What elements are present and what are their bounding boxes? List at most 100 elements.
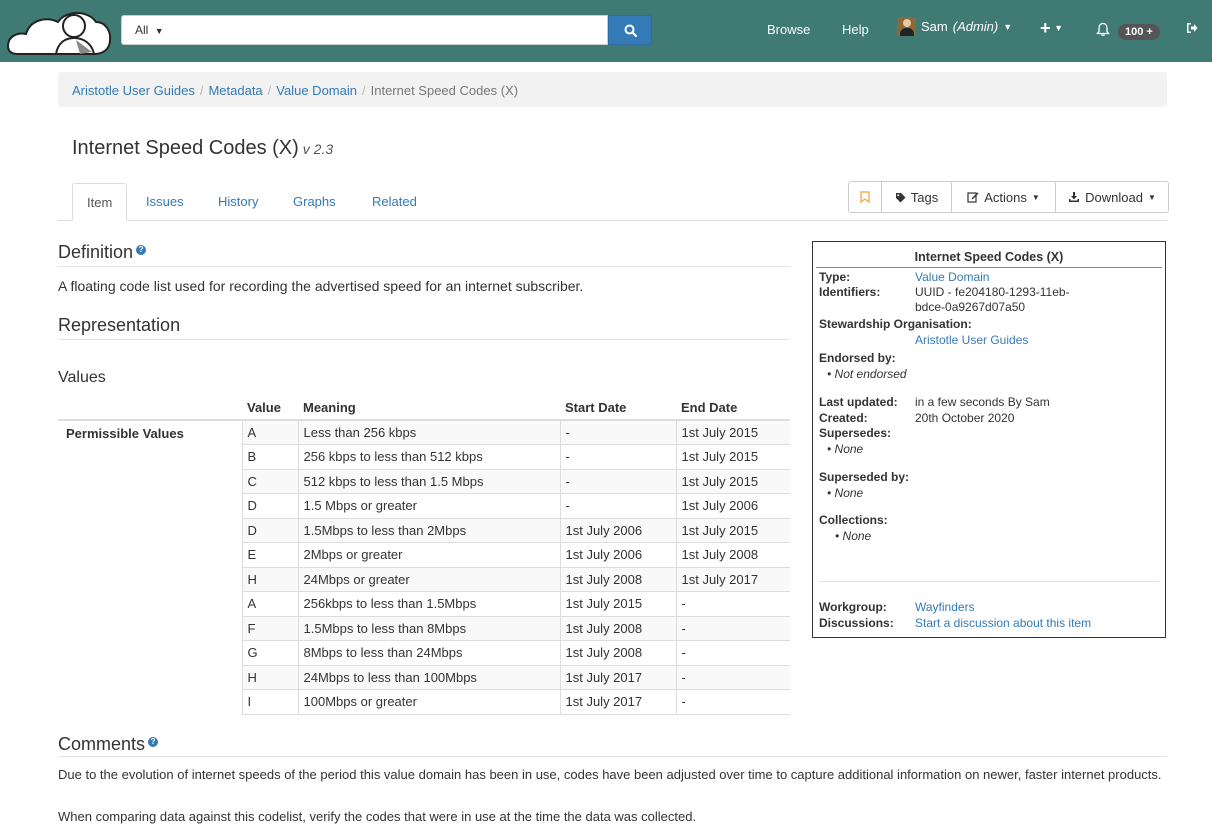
start-discussion-link[interactable]: Start a discussion about this item (915, 616, 1091, 630)
download-icon (1069, 192, 1080, 202)
cell-value: A (241, 419, 298, 445)
cell-start-date: 1st July 2008 (559, 566, 676, 592)
stewardship-label: Stewardship Organisation: (819, 317, 972, 331)
cell-end-date: 1st July 2006 (675, 493, 790, 518)
tab-graphs[interactable]: Graphs (293, 183, 336, 221)
table-header-row: Value Meaning Start Date End Date (58, 396, 790, 421)
logout-button[interactable] (1186, 22, 1198, 38)
caret-down-icon: ▼ (1031, 192, 1040, 202)
cell-meaning: 24Mbps or greater (297, 566, 560, 592)
cell-value: H (241, 664, 298, 690)
breadcrumb-separator: / (361, 83, 366, 98)
collections-value-text: None (842, 529, 872, 543)
permissible-values-label: Permissible Values (58, 419, 242, 714)
cell-meaning: 1.5Mbps to less than 2Mbps (297, 517, 560, 543)
cell-end-date: 1st July 2015 (675, 517, 790, 543)
cell-start-date: 1st July 2008 (559, 640, 676, 665)
tags-button[interactable]: Tags (881, 181, 952, 213)
workgroup-link[interactable]: Wayfinders (915, 600, 975, 614)
created-label: Created: (819, 411, 868, 425)
definition-text: A floating code list used for recording … (58, 278, 584, 294)
section-divider (58, 266, 790, 267)
definition-heading-text: Definition (58, 242, 134, 262)
breadcrumb-separator: / (267, 83, 272, 98)
search-scope-dropdown[interactable]: All ▼ (121, 15, 173, 45)
tab-issues[interactable]: Issues (146, 183, 184, 221)
nav-help-link[interactable]: Help (842, 22, 869, 38)
column-header-start-date: Start Date (560, 396, 676, 421)
notifications-menu[interactable] (1096, 22, 1110, 41)
cell-value: A (241, 591, 298, 616)
item-info-box: Internet Speed Codes (X) Type: Value Dom… (812, 241, 1166, 638)
cell-value: I (241, 689, 298, 715)
bookmark-button[interactable] (848, 181, 882, 213)
breadcrumb: Aristotle User Guides / Metadata / Value Dom… (58, 72, 1167, 107)
cell-start-date: 1st July 2015 (559, 591, 676, 616)
tab-history[interactable]: History (218, 183, 258, 221)
stewardship-org-link[interactable]: Aristotle User Guides (915, 333, 1028, 347)
tab-related[interactable]: Related (372, 183, 417, 221)
caret-down-icon: ▼ (1054, 23, 1064, 33)
cell-value: H (241, 566, 298, 592)
supersedes-label: Supersedes: (819, 426, 892, 440)
comments-heading: Comments? (58, 734, 159, 755)
cell-value: B (241, 444, 298, 469)
comments-heading-text: Comments (58, 734, 146, 754)
breadcrumb-item-value-domain[interactable]: Value Domain (276, 83, 357, 98)
user-menu[interactable]: Sam (Admin) ▼ (897, 17, 1012, 36)
cell-start-date: 1st July 2006 (559, 517, 676, 543)
supersedes-value: • None (827, 442, 864, 456)
plus-icon: + (1040, 18, 1051, 38)
bell-icon (1096, 22, 1110, 36)
comments-paragraph-2: When comparing data against this codelis… (58, 809, 697, 824)
cell-start-date: - (559, 444, 676, 469)
cell-end-date: 1st July 2008 (675, 542, 790, 567)
breadcrumb-item-aristotle-user-guides[interactable]: Aristotle User Guides (72, 83, 195, 98)
cell-value: E (241, 542, 298, 567)
cell-end-date: - (675, 640, 790, 665)
cell-meaning: 1.5Mbps to less than 8Mbps (297, 615, 560, 641)
endorsed-value: • Not endorsed (827, 367, 907, 381)
breadcrumb-item-metadata[interactable]: Metadata (208, 83, 262, 98)
page-title-text: Internet Speed Codes (X) (72, 137, 299, 159)
actions-button[interactable]: Actions ▼ (951, 181, 1056, 213)
cell-meaning: 512 kbps to less than 1.5 Mbps (297, 468, 560, 494)
column-header-end-date: End Date (676, 396, 790, 421)
cell-end-date: - (675, 591, 790, 616)
identifiers-value-line1: UUID - fe204180-1293-11eb- (915, 285, 1070, 299)
tab-item[interactable]: Item (72, 183, 128, 221)
caret-down-icon: ▼ (1003, 21, 1013, 32)
cell-value: F (241, 615, 298, 641)
download-button[interactable]: Download ▼ (1055, 181, 1169, 213)
info-box-title: Internet Speed Codes (X) (816, 250, 1162, 268)
aristotle-logo[interactable] (6, 6, 112, 58)
cell-start-date: 1st July 2006 (559, 542, 676, 567)
cell-end-date: - (675, 689, 790, 715)
create-menu[interactable]: + ▼ (1040, 19, 1063, 38)
search-button[interactable] (608, 15, 652, 45)
section-divider (58, 339, 790, 340)
cell-end-date: 1st July 2015 (675, 444, 790, 469)
type-value-link[interactable]: Value Domain (915, 270, 989, 284)
item-toolbar: Tags Actions ▼ Download ▼ (848, 181, 1169, 213)
cell-value: D (241, 517, 298, 543)
question-circle-icon[interactable]: ? (136, 245, 147, 255)
cell-end-date: 1st July 2015 (675, 419, 790, 445)
nav-browse-link[interactable]: Browse (767, 22, 810, 38)
superseded-by-value-text: None (834, 486, 864, 500)
definition-heading: Definition? (58, 242, 147, 263)
question-circle-icon[interactable]: ? (148, 737, 159, 747)
superseded-by-label: Superseded by: (819, 470, 910, 484)
download-label: Download (1085, 189, 1143, 205)
cell-start-date: - (559, 419, 676, 445)
endorsed-label: Endorsed by: (819, 351, 896, 365)
last-updated-label: Last updated: (819, 395, 898, 409)
column-header-meaning: Meaning (298, 396, 560, 421)
cell-meaning: 100Mbps or greater (297, 689, 560, 715)
notification-count-badge[interactable]: 100 + (1118, 24, 1160, 40)
cell-start-date: - (559, 468, 676, 494)
superseded-by-value: • None (827, 486, 864, 500)
search-input[interactable] (172, 15, 608, 45)
identifiers-value-line2: bdce-0a9267d07a50 (915, 300, 1026, 314)
search-group: All ▼ (121, 15, 652, 45)
